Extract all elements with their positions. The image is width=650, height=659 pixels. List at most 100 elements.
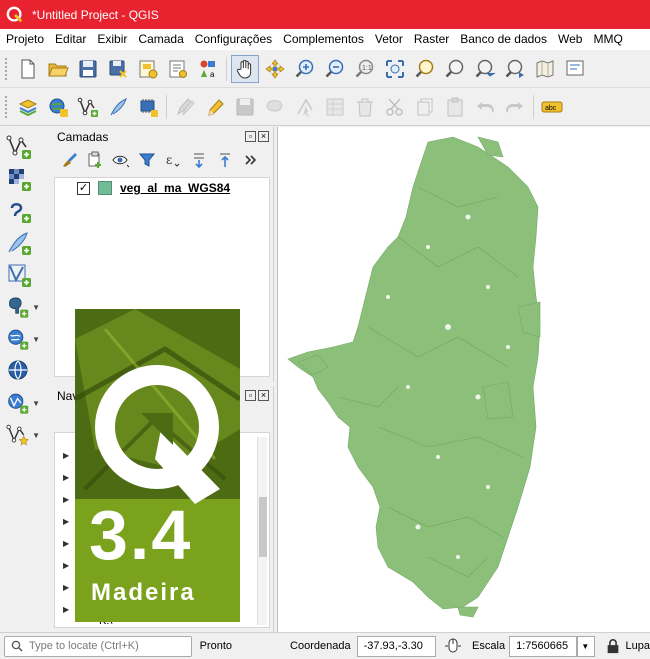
add-postgis-layer-button[interactable]: ▼ [0,291,40,323]
menu-exibir[interactable]: Exibir [91,29,132,50]
menu-camada[interactable]: Camada [132,29,188,50]
layer-visibility-checkbox[interactable]: ✓ [77,181,90,195]
processing-toolbox-button[interactable] [134,93,162,121]
zoom-to-selection-button[interactable] [411,55,439,83]
coordinate-field[interactable]: -37.93,-3.30 [356,635,437,657]
add-polygon-feature-button[interactable] [261,93,289,121]
filter-legend-button[interactable] [134,149,160,171]
layer-symbol-swatch[interactable] [98,181,112,195]
scrollbar-thumb[interactable] [259,497,267,557]
menu-mmq[interactable]: MMQ [587,29,627,50]
data-source-manager-button[interactable] [14,93,42,121]
paste-features-button[interactable] [441,93,469,121]
save-as-button[interactable] [104,55,132,83]
zoom-to-layer-button[interactable] [441,55,469,83]
style-manager-button[interactable]: a [194,55,222,83]
add-wfs-layer-button[interactable]: ▼ [0,387,40,419]
digitize-line-button[interactable] [104,93,132,121]
new-project-button[interactable] [14,55,42,83]
menu-configuracoes[interactable]: Configurações [189,29,277,50]
float-panel-button[interactable]: ▫ [245,390,256,401]
menu-vetor[interactable]: Vetor [369,29,408,50]
scale-dropdown-button[interactable]: ▼ [577,635,595,657]
expand-arrow-icon[interactable]: ▶ [63,539,69,548]
zoom-last-button[interactable] [471,55,499,83]
copy-features-button[interactable] [411,93,439,121]
zoom-in-button[interactable] [291,55,319,83]
add-vector-layer-button[interactable] [0,131,40,163]
new-vector-layer-button[interactable] [74,93,102,121]
delete-selected-button[interactable] [351,93,379,121]
add-wcs-layer-button[interactable] [0,355,40,387]
pan-to-selection-button[interactable] [261,55,289,83]
new-layer-button[interactable] [44,93,72,121]
float-panel-button[interactable]: ▫ [245,131,256,142]
add-mesh-layer-button[interactable] [0,195,40,227]
open-project-button[interactable] [44,55,72,83]
expand-arrow-icon[interactable]: ▶ [63,517,69,526]
new-shapefile-layer-button[interactable]: ▼ [0,419,40,451]
redo-button[interactable] [501,93,529,121]
menu-banco-de-dados[interactable]: Banco de dados [454,29,552,50]
menu-editar[interactable]: Editar [49,29,91,50]
new-map-view-button[interactable] [531,55,559,83]
menu-projeto[interactable]: Projeto [0,29,49,50]
expand-arrow-icon[interactable]: ▶ [63,583,69,592]
toggle-editing-button[interactable] [201,93,229,121]
locator-search-input[interactable]: Type to locate (Ctrl+K) [4,635,192,657]
expand-arrow-icon[interactable]: ▶ [63,561,69,570]
new-print-layout-button[interactable] [134,55,162,83]
modify-attributes-button[interactable] [321,93,349,121]
add-delimited-text-button[interactable] [0,227,40,259]
toolbar-grip[interactable] [4,56,8,81]
expand-arrow-icon[interactable]: ▶ [63,605,69,614]
vertex-tool-button[interactable] [291,93,319,121]
toggle-extents-button[interactable] [444,637,462,655]
layout-manager-button[interactable] [164,55,192,83]
cut-features-button[interactable] [381,93,409,121]
layer-labeling-button[interactable]: abc [538,93,566,121]
dropdown-arrow-icon[interactable]: ▼ [32,303,40,312]
expand-arrow-icon[interactable]: ▶ [63,495,69,504]
expand-arrow-icon[interactable]: ▶ [63,473,69,482]
lock-scale-button[interactable] [605,637,622,655]
layer-item[interactable]: ✓ veg_al_ma_WGS84 [55,178,269,198]
collapse-all-button[interactable] [212,149,238,171]
add-spatialite-layer-button[interactable] [0,259,40,291]
globe-add-icon [49,98,68,117]
manage-map-themes-button[interactable] [108,149,134,171]
undo-button[interactable] [471,93,499,121]
save-project-button[interactable] [74,55,102,83]
close-panel-button[interactable]: × [258,131,269,142]
zoom-full-extent-icon [386,59,404,78]
zoom-full-button[interactable] [381,55,409,83]
menu-complementos[interactable]: Complementos [277,29,369,50]
scale-field[interactable]: 1:7560665 [509,635,578,657]
add-group-button[interactable] [82,149,108,171]
filter-by-expression-button[interactable]: ε [160,149,186,171]
expand-arrow-icon[interactable]: ▶ [63,451,69,460]
menu-web[interactable]: Web [552,29,587,50]
zoom-native-button[interactable]: 1:1 [351,55,379,83]
toolbar-grip[interactable] [4,94,8,119]
browser-scrollbar[interactable] [257,437,267,625]
menu-raster[interactable]: Raster [408,29,454,50]
add-raster-layer-button[interactable] [0,163,40,195]
dropdown-arrow-icon[interactable]: ▼ [32,335,40,344]
save-layer-edits-button[interactable] [231,93,259,121]
layer-name[interactable]: veg_al_ma_WGS84 [120,181,230,195]
dropdown-arrow-icon[interactable]: ▼ [32,431,40,440]
pan-map-button[interactable] [231,54,259,83]
zoom-out-button[interactable] [321,55,349,83]
manage-layers-toolbar: ▼ ▼ ▼ ▼ [0,127,52,632]
add-wms-layer-button[interactable]: ▼ [0,323,40,355]
map-canvas[interactable] [277,127,650,632]
zoom-next-button[interactable] [501,55,529,83]
expand-all-button[interactable] [186,149,212,171]
close-panel-button[interactable]: × [258,390,269,401]
layer-styling-button[interactable] [56,149,82,171]
dropdown-arrow-icon[interactable]: ▼ [32,399,40,408]
current-edits-button[interactable] [171,93,199,121]
more-tools-button[interactable] [238,149,264,171]
temporal-controller-button[interactable] [561,55,589,83]
